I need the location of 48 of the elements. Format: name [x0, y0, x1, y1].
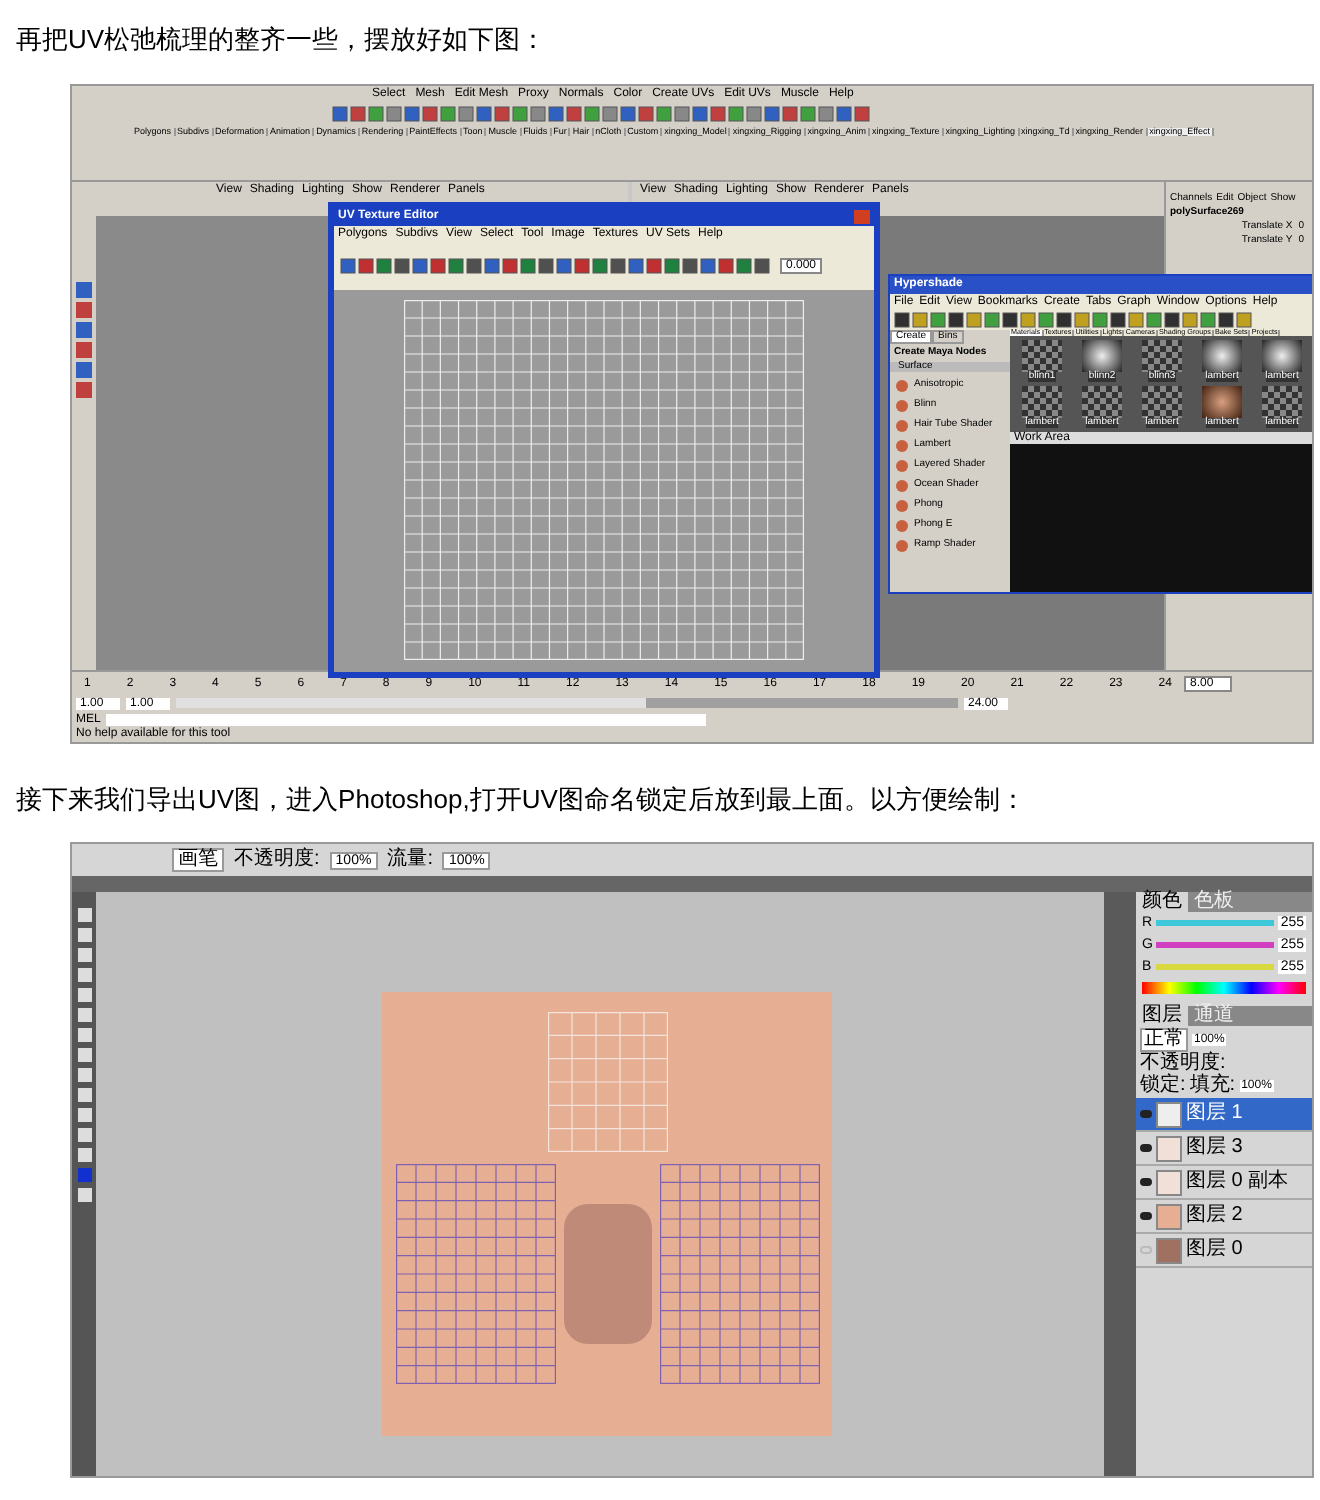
layer-thumbnail [1156, 1169, 1182, 1195]
opacity-label: 不透明度: [1138, 1054, 1226, 1074]
material-swatch[interactable] [1262, 340, 1302, 373]
layer-row[interactable]: 图层 3 [1136, 1132, 1312, 1166]
layer-row[interactable]: 图层 0 [1136, 1234, 1312, 1268]
panel-tab[interactable]: 图层 [1136, 1006, 1188, 1026]
layer-row[interactable]: 图层 1 [1136, 1098, 1312, 1132]
intro-text: 再把UV松弛梳理的整齐一些，摆放好如下图： [14, 22, 549, 58]
material-swatch[interactable] [1262, 386, 1302, 419]
layer-row[interactable]: 图层 2 [1136, 1200, 1312, 1234]
panel-tab[interactable]: 颜色 [1136, 892, 1188, 912]
material-swatch[interactable] [1202, 386, 1242, 419]
layer-thumbnail [1156, 1101, 1182, 1127]
material-swatch[interactable] [1022, 340, 1062, 373]
eye-icon[interactable] [1140, 1212, 1152, 1220]
material-swatch[interactable] [1142, 340, 1182, 373]
toolbar-icons-drawing[interactable] [340, 257, 770, 273]
opacity-label: 不透明度: [234, 850, 320, 870]
layer-name: 图层 3 [1186, 1138, 1243, 1158]
range-slider[interactable] [176, 698, 958, 708]
uv-grid-drawing [547, 1012, 667, 1152]
tool-icons-drawing[interactable] [77, 908, 91, 1202]
material-swatch[interactable] [1082, 386, 1122, 419]
export-text: 接下来我们导出UV图，进入Photoshop,打开UV图命名锁定后放到最上面。以方便绘制： [14, 781, 1028, 818]
brush-preset[interactable]: 画笔 [172, 848, 224, 872]
layer-name: 图层 2 [1186, 1206, 1243, 1226]
color-ramp[interactable] [1142, 982, 1306, 994]
eye-icon[interactable] [1140, 1144, 1152, 1152]
material-swatch[interactable] [1082, 340, 1122, 373]
material-swatch[interactable] [1202, 340, 1242, 373]
material-swatch[interactable] [1142, 386, 1182, 419]
layer-name: 图层 0 [1186, 1240, 1243, 1260]
layer-name: 图层 0 副本 [1186, 1172, 1289, 1192]
layer-thumbnail [1156, 1135, 1182, 1161]
blend-mode-select[interactable]: 正常 [1140, 1028, 1188, 1052]
layer-thumbnail [1156, 1203, 1182, 1229]
layer-row[interactable]: 图层 0 副本 [1136, 1166, 1312, 1200]
layer-name: 图层 1 [1186, 1104, 1243, 1124]
material-swatch[interactable] [1022, 386, 1062, 419]
photo-placeholder [563, 1204, 651, 1344]
layer-thumbnail [1156, 1237, 1182, 1263]
toolbar-icons-drawing[interactable] [894, 311, 1252, 327]
tool-icons-drawing[interactable] [76, 281, 92, 397]
fill-label: 填充: [1189, 1076, 1236, 1096]
flow-label: 流量: [387, 850, 433, 870]
command-field[interactable] [106, 713, 707, 725]
lock-label: 锁定: [1140, 1076, 1186, 1096]
eye-icon[interactable] [1140, 1178, 1152, 1186]
